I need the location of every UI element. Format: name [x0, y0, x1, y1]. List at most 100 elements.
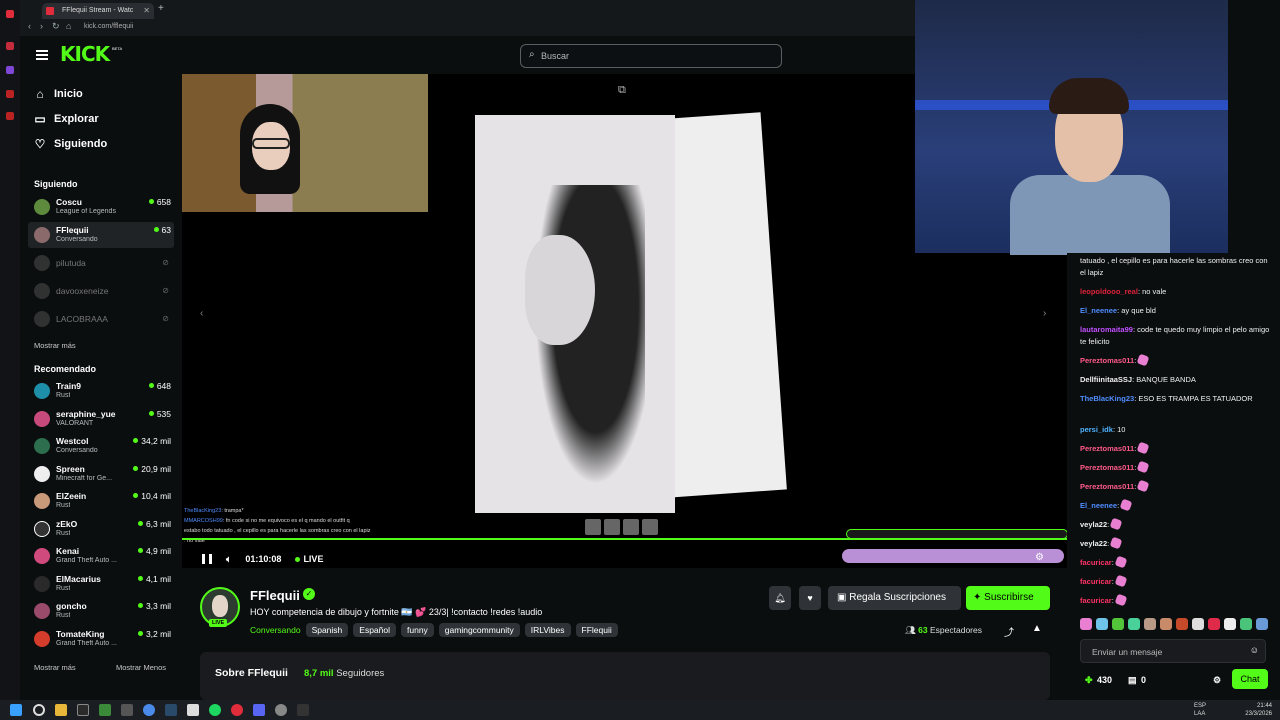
subscribe-button[interactable]: ✦ Suscribirse [966, 586, 1050, 610]
chat-user[interactable]: lautaromaita99 [1080, 325, 1133, 334]
emote-icon[interactable] [1160, 618, 1172, 630]
opera-icon[interactable] [6, 10, 14, 18]
nav-inicio[interactable]: ⌂ Inicio [34, 84, 82, 104]
opera-icon[interactable] [231, 704, 243, 716]
back-icon[interactable]: ‹ [28, 21, 31, 31]
chrome-icon[interactable] [143, 704, 155, 716]
prev-arrow-icon[interactable]: ‹ [200, 308, 203, 319]
tag[interactable]: gamingcommunity [438, 623, 520, 637]
chat-user[interactable]: Pereztomas011 [1080, 444, 1134, 453]
emote-icon[interactable] [1208, 618, 1220, 630]
streamer-name[interactable]: FFlequii [250, 588, 300, 603]
tag[interactable]: funny [401, 623, 434, 637]
forward-icon[interactable]: › [40, 21, 43, 31]
reload-icon[interactable]: ↻ [52, 21, 60, 32]
messenger-icon[interactable] [6, 42, 14, 50]
pause-icon[interactable] [202, 554, 212, 564]
emote-icon[interactable] [1080, 618, 1092, 630]
close-icon[interactable]: ✕ [143, 3, 150, 19]
volume-icon[interactable]: 🔈︎ [226, 554, 231, 565]
app-icon[interactable] [275, 704, 287, 716]
send-chat-button[interactable]: Chat [1232, 669, 1268, 689]
live-indicator[interactable]: LIVE [295, 554, 323, 564]
nav-explorar[interactable]: ▭ Explorar [34, 109, 98, 129]
recommended-channel[interactable]: TomateKing Grand Theft Auto ... 3,2 mil [28, 626, 174, 652]
following-channel-pilutuda[interactable]: pilutuda ⊘ [28, 250, 174, 276]
chat-user[interactable]: facuricar [1080, 596, 1112, 605]
chat-settings-icon[interactable]: ⚙ [1213, 675, 1221, 686]
chat-user[interactable]: facuricar [1080, 577, 1112, 586]
minecraft-icon[interactable] [99, 704, 111, 716]
chat-user[interactable]: Pereztomas011 [1080, 463, 1134, 472]
chat-user[interactable]: DellfiinitaaSSJ [1080, 375, 1132, 384]
following-channel-coscu[interactable]: Coscu League of Legends 658 [28, 194, 174, 220]
recommended-channel[interactable]: Train9 Rust 648 [28, 378, 174, 404]
emote-icon[interactable] [1112, 618, 1124, 630]
recommended-channel[interactable]: ElMacarius Rust 4,1 mil [28, 571, 174, 597]
windows-start-icon[interactable] [10, 704, 22, 716]
terminal-icon[interactable] [77, 704, 89, 716]
history-icon[interactable] [6, 112, 14, 120]
app-icon[interactable] [187, 704, 199, 716]
search-input[interactable]: Buscar [541, 51, 569, 61]
points-icon[interactable]: ✤ [1085, 675, 1093, 686]
tag[interactable]: FFlequii [575, 623, 618, 637]
twitch-icon[interactable] [6, 66, 14, 74]
emote-icon[interactable] [1128, 618, 1140, 630]
recommended-channel[interactable]: Westcol Conversando 34,2 mil [28, 433, 174, 459]
chat-user[interactable]: Pereztomas011 [1080, 356, 1134, 365]
app-icon[interactable] [297, 704, 309, 716]
emote-icon[interactable] [1240, 618, 1252, 630]
following-channel-fflequii[interactable]: FFlequii Conversando 63 [28, 222, 174, 248]
app-icon[interactable] [121, 704, 133, 716]
emote-icon[interactable] [1144, 618, 1156, 630]
discord-icon[interactable] [253, 704, 265, 716]
chat-user[interactable]: Pereztomas011 [1080, 482, 1134, 491]
category-link[interactable]: Conversando [250, 623, 301, 637]
menu-icon[interactable] [36, 50, 48, 60]
recommended-channel[interactable]: seraphine_yue VALORANT 535 [28, 406, 174, 432]
emote-icon[interactable] [1224, 618, 1236, 630]
gift-box-icon[interactable]: ▤ [1128, 675, 1137, 686]
progress-bar[interactable] [182, 538, 1067, 540]
emote-icon[interactable] [1256, 618, 1268, 630]
following-channel-davooxeneize[interactable]: davooxeneize ⊘ [28, 278, 174, 304]
home-browser-icon[interactable]: ⌂ [66, 21, 71, 31]
kick-logo[interactable]: KICK [60, 42, 110, 66]
chat-user[interactable]: TheBlacKing23 [1080, 394, 1134, 403]
recommended-show-more[interactable]: Mostrar más [34, 663, 76, 672]
search-icon[interactable] [33, 704, 45, 716]
recommended-channel[interactable]: ElZeein Rust 10,4 mil [28, 488, 174, 514]
folder-icon[interactable] [55, 704, 67, 716]
follow-heart-button[interactable]: ♥ [799, 586, 821, 610]
language-indicator[interactable]: ESP LAA [1194, 702, 1206, 718]
search-box[interactable]: ⌕ Buscar [520, 44, 782, 68]
following-show-more[interactable]: Mostrar más [34, 341, 76, 350]
share-icon[interactable]: ⤴ [1004, 624, 1014, 639]
notification-bell-button[interactable]: 🔔︎ [769, 586, 791, 610]
tag[interactable]: IRLVibes [524, 623, 571, 637]
chat-user[interactable]: El_neenee [1080, 501, 1117, 510]
new-tab-icon[interactable]: + [158, 3, 164, 14]
tag[interactable]: Español [353, 623, 396, 637]
following-channel-lacobraaa[interactable]: LACOBRAAA ⊘ [28, 306, 174, 332]
chat-user[interactable]: leopoldooo_real [1080, 287, 1138, 296]
url-field[interactable]: kick.com/fflequii [84, 23, 133, 30]
emoji-icon[interactable]: ☺ [1250, 645, 1259, 655]
chat-user[interactable]: El_neenee [1080, 306, 1117, 315]
browser-tab[interactable]: FFlequii Stream - Watc ✕ [42, 3, 154, 19]
popout-icon[interactable]: ⧉ [618, 84, 626, 97]
emote-icon[interactable] [1192, 618, 1204, 630]
recommended-show-less[interactable]: Mostrar Menos [116, 663, 166, 672]
chat-input[interactable]: Enviar un mensaje ☺ [1080, 639, 1266, 663]
gift-subs-button[interactable]: ▣ Regala Suscripciones [828, 586, 961, 610]
music-icon[interactable] [6, 90, 14, 98]
chat-user[interactable]: persi_idk [1080, 425, 1113, 434]
recommended-channel[interactable]: goncho Rust 3,3 mil [28, 598, 174, 624]
recommended-channel[interactable]: zEkO Rust 6,3 mil [28, 516, 174, 542]
tag[interactable]: Spanish [305, 623, 349, 637]
emote-icon[interactable] [1176, 618, 1188, 630]
settings-icon[interactable]: ⚙ [1035, 552, 1044, 563]
emote-icon[interactable] [1096, 618, 1108, 630]
spotify-icon[interactable] [209, 704, 221, 716]
